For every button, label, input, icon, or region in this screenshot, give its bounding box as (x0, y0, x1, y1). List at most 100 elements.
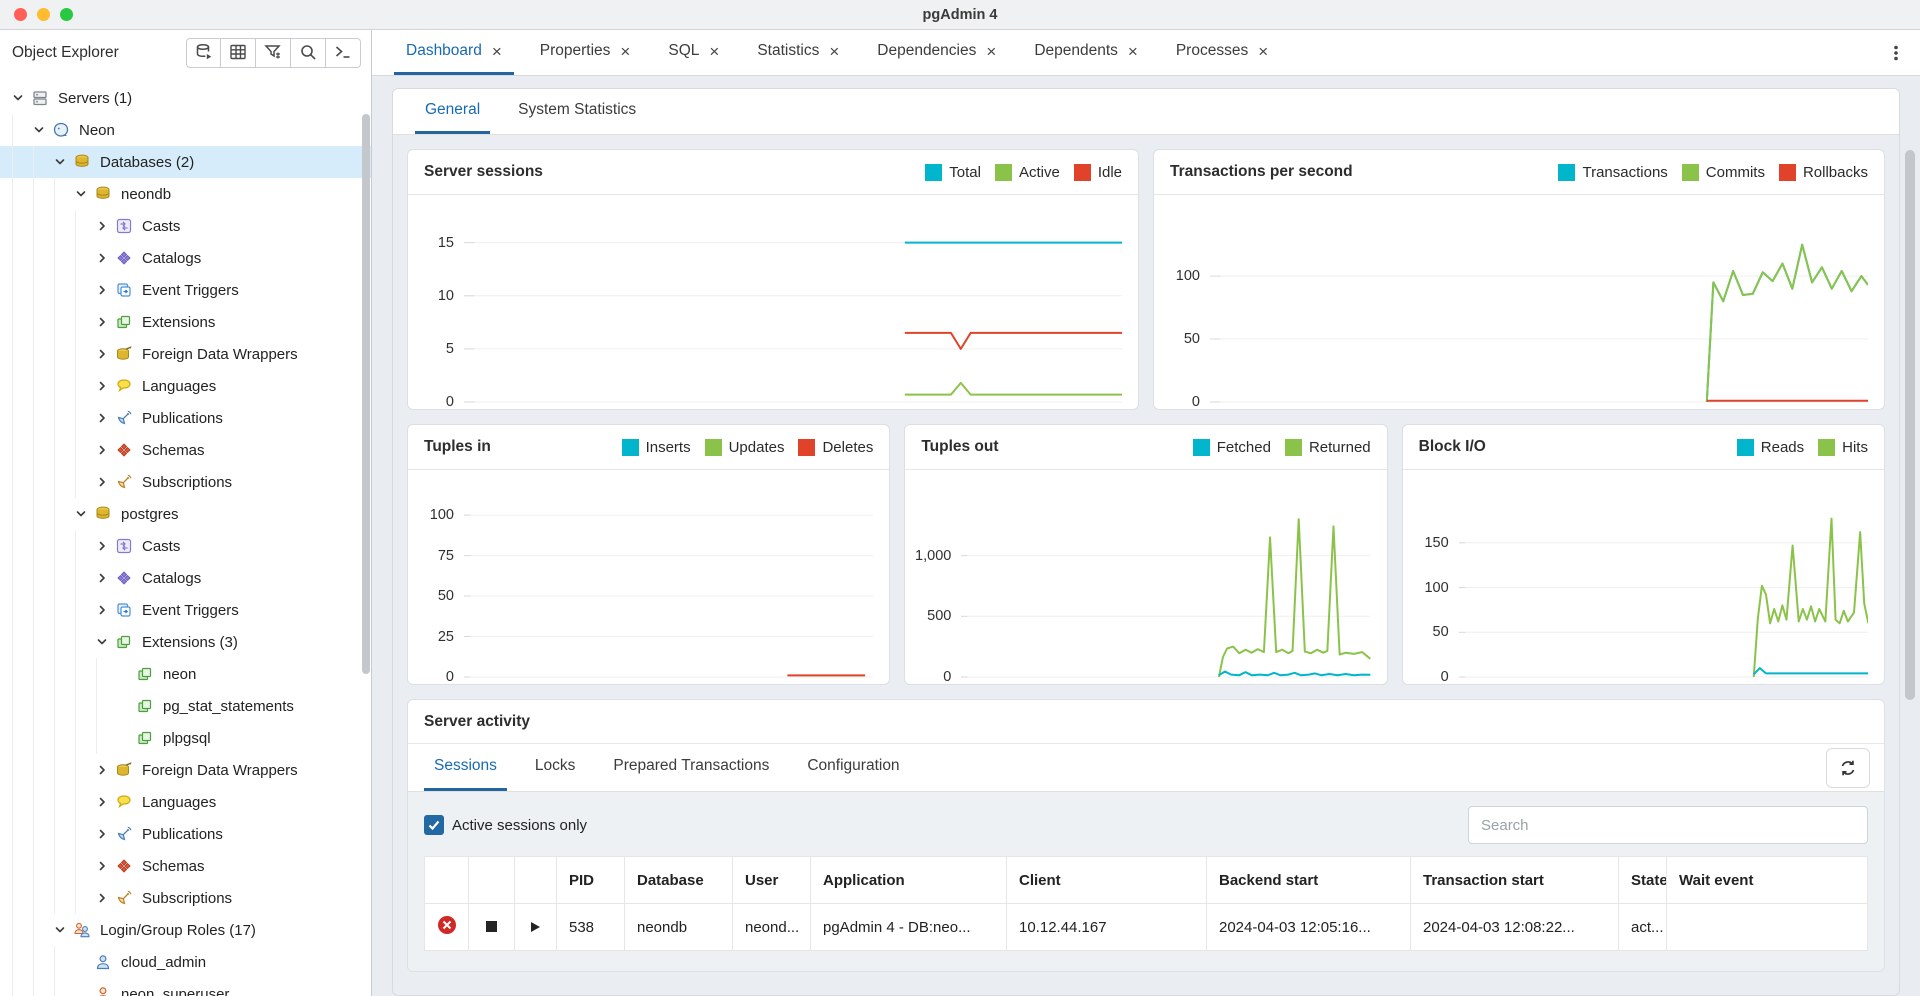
chevron-down-icon[interactable] (75, 188, 94, 200)
tree-item-databases-2[interactable]: Databases (2) (0, 146, 371, 178)
close-tab-icon[interactable]: × (1128, 43, 1138, 60)
kebab-menu-icon[interactable] (1882, 38, 1910, 68)
tree-item-foreign-data-wrappers[interactable]: Foreign Data Wrappers (0, 338, 371, 370)
chevron-right-icon[interactable] (96, 604, 115, 616)
chevron-right-icon[interactable] (96, 572, 115, 584)
zoom-window-button[interactable] (60, 8, 73, 21)
column-header-user[interactable]: User (733, 857, 811, 904)
close-window-button[interactable] (14, 8, 27, 21)
close-tab-icon[interactable]: × (829, 43, 839, 60)
terminate-session-button[interactable] (486, 921, 497, 932)
column-header-backend_start[interactable]: Backend start (1207, 857, 1411, 904)
tree-item-casts[interactable]: Casts (0, 210, 371, 242)
main-scrollbar[interactable] (1905, 150, 1915, 700)
active-sessions-checkbox[interactable] (424, 815, 444, 835)
chevron-right-icon[interactable] (96, 220, 115, 232)
sa-tab-configuration[interactable]: Configuration (797, 744, 909, 791)
column-header-transaction_start[interactable]: Transaction start (1411, 857, 1619, 904)
tree-item-extensions[interactable]: Extensions (0, 306, 371, 338)
tree-item-languages[interactable]: Languages (0, 786, 371, 818)
sa-tab-locks[interactable]: Locks (525, 744, 586, 791)
chevron-down-icon[interactable] (33, 124, 52, 136)
chevron-right-icon[interactable] (96, 540, 115, 552)
tree-item-publications[interactable]: Publications (0, 402, 371, 434)
chevron-down-icon[interactable] (12, 92, 31, 104)
column-header-expand[interactable] (515, 857, 557, 904)
chevron-right-icon[interactable] (96, 860, 115, 872)
column-header-pid[interactable]: PID (557, 857, 625, 904)
tree-item-schemas[interactable]: Schemas (0, 434, 371, 466)
tree-item-neon[interactable]: neon (0, 658, 371, 690)
column-header-application[interactable]: Application (811, 857, 1007, 904)
tab-statistics[interactable]: Statistics × (745, 30, 851, 75)
tree-item-languages[interactable]: Languages (0, 370, 371, 402)
sa-tab-sessions[interactable]: Sessions (424, 744, 507, 791)
tab-dependencies[interactable]: Dependencies × (865, 30, 1008, 75)
tree-item-subscriptions[interactable]: Subscriptions (0, 882, 371, 914)
tree-item-catalogs[interactable]: Catalogs (0, 562, 371, 594)
psql-terminal-icon-button[interactable] (326, 38, 361, 68)
search-input[interactable] (1468, 806, 1868, 844)
tree-item-catalogs[interactable]: Catalogs (0, 242, 371, 274)
tree-item-servers-1[interactable]: Servers (1) (0, 82, 371, 114)
chevron-right-icon[interactable] (96, 316, 115, 328)
tree-item-cloud-admin[interactable]: cloud_admin (0, 946, 371, 978)
tree-item-casts[interactable]: Casts (0, 530, 371, 562)
close-tab-icon[interactable]: × (620, 43, 630, 60)
chevron-right-icon[interactable] (96, 828, 115, 840)
tree-item-subscriptions[interactable]: Subscriptions (0, 466, 371, 498)
tree-item-event-triggers[interactable]: Event Triggers (0, 274, 371, 306)
subtab-general[interactable]: General (415, 89, 490, 134)
close-tab-icon[interactable]: × (709, 43, 719, 60)
close-tab-icon[interactable]: × (1258, 43, 1268, 60)
tab-dashboard[interactable]: Dashboard × (394, 30, 514, 75)
tree-item-pg-stat-statements[interactable]: pg_stat_statements (0, 690, 371, 722)
tree-item-login-group-roles-17[interactable]: Login/Group Roles (17) (0, 914, 371, 946)
tab-dependents[interactable]: Dependents × (1022, 30, 1150, 75)
tree-item-foreign-data-wrappers[interactable]: Foreign Data Wrappers (0, 754, 371, 786)
tree-item-postgres[interactable]: postgres (0, 498, 371, 530)
tab-processes[interactable]: Processes × (1164, 30, 1280, 75)
chevron-right-icon[interactable] (96, 412, 115, 424)
expand-row-button[interactable] (531, 922, 540, 932)
chevron-right-icon[interactable] (96, 380, 115, 392)
column-header-cancel[interactable] (425, 857, 469, 904)
close-tab-icon[interactable]: × (986, 43, 996, 60)
tree-item-event-triggers[interactable]: Event Triggers (0, 594, 371, 626)
tree-item-extensions-3[interactable]: Extensions (3) (0, 626, 371, 658)
tree-item-neondb[interactable]: neondb (0, 178, 371, 210)
tab-properties[interactable]: Properties × (528, 30, 643, 75)
column-header-client[interactable]: Client (1007, 857, 1207, 904)
tree-item-schemas[interactable]: Schemas (0, 850, 371, 882)
tree-item-neon[interactable]: Neon (0, 114, 371, 146)
chevron-right-icon[interactable] (96, 796, 115, 808)
chevron-right-icon[interactable] (96, 764, 115, 776)
close-tab-icon[interactable]: × (492, 43, 502, 60)
refresh-button[interactable] (1826, 748, 1870, 788)
minimize-window-button[interactable] (37, 8, 50, 21)
tree-item-publications[interactable]: Publications (0, 818, 371, 850)
chevron-down-icon[interactable] (75, 508, 94, 520)
quick-search-database-icon-button[interactable] (186, 38, 221, 68)
filter-rows-icon-button[interactable] (256, 38, 291, 68)
column-header-state[interactable]: State (1619, 857, 1667, 904)
chevron-right-icon[interactable] (96, 284, 115, 296)
subtab-system-statistics[interactable]: System Statistics (508, 89, 646, 134)
cancel-query-button[interactable] (437, 922, 457, 939)
column-header-wait_event[interactable]: Wait event (1667, 857, 1868, 904)
chevron-right-icon[interactable] (96, 444, 115, 456)
chevron-right-icon[interactable] (96, 892, 115, 904)
column-header-database[interactable]: Database (625, 857, 733, 904)
chevron-down-icon[interactable] (54, 156, 73, 168)
chevron-down-icon[interactable] (96, 636, 115, 648)
view-data-grid-icon-button[interactable] (221, 38, 256, 68)
sidebar-scrollbar[interactable] (362, 114, 370, 674)
chevron-down-icon[interactable] (54, 924, 73, 936)
chevron-right-icon[interactable] (96, 252, 115, 264)
sa-tab-prepared-transactions[interactable]: Prepared Transactions (603, 744, 779, 791)
chevron-right-icon[interactable] (96, 348, 115, 360)
tree-item-plpgsql[interactable]: plpgsql (0, 722, 371, 754)
chevron-right-icon[interactable] (96, 476, 115, 488)
tree-item-neon-superuser[interactable]: neon_superuser (0, 978, 371, 996)
tab-sql[interactable]: SQL × (656, 30, 731, 75)
